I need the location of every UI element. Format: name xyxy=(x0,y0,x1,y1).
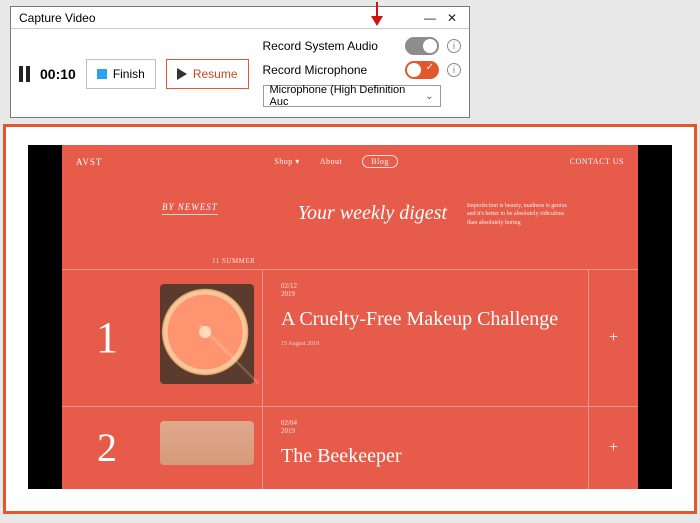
article-image[interactable] xyxy=(152,269,262,406)
site-logo[interactable]: AVST xyxy=(76,157,102,167)
article-number: 2 xyxy=(62,406,152,490)
capture-timer: 00:10 xyxy=(40,66,76,82)
article-expand[interactable]: + xyxy=(588,406,638,490)
info-icon[interactable]: i xyxy=(447,39,461,53)
by-newest-label[interactable]: BY NEWEST xyxy=(162,202,218,215)
chevron-down-icon: ⌄ xyxy=(425,91,433,102)
play-icon xyxy=(177,68,187,80)
microphone-device-select[interactable]: Microphone (High Definition Auc ⌄ xyxy=(263,85,441,107)
article-number: 1 xyxy=(62,269,152,406)
capture-video-panel: Capture Video — ✕ 00:10 Finish Resume Re… xyxy=(10,6,470,118)
hero-blurb: Imperfection is beauty, madness is geniu… xyxy=(467,202,567,227)
option-microphone: Record Microphone i xyxy=(263,61,461,79)
microphone-label: Record Microphone xyxy=(263,63,397,77)
article-subdate: 15 August 2019 xyxy=(281,341,576,347)
stop-icon xyxy=(97,69,107,79)
capture-titlebar: Capture Video — ✕ xyxy=(11,7,469,29)
nav-about[interactable]: About xyxy=(320,157,343,166)
recording-viewport: AVST Shop ▾ About Blog CONTACT US BY NEW… xyxy=(28,145,672,489)
resume-button[interactable]: Resume xyxy=(166,59,249,89)
article-image[interactable] xyxy=(152,406,262,490)
summer-tag: 11 SUMMER xyxy=(212,257,255,265)
system-audio-label: Record System Audio xyxy=(263,39,397,53)
article-year: 2019 xyxy=(281,427,576,435)
option-system-audio: Record System Audio i xyxy=(263,37,461,55)
article-body[interactable]: 02/12 2019 A Cruelty-Free Makeup Challen… xyxy=(262,269,588,406)
site-nav: AVST Shop ▾ About Blog CONTACT US xyxy=(62,145,638,168)
nav-shop[interactable]: Shop ▾ xyxy=(274,157,299,166)
nav-blog[interactable]: Blog xyxy=(362,155,398,168)
face-image xyxy=(160,421,254,465)
grapefruit-image xyxy=(160,284,254,384)
article-date: 02/12 xyxy=(281,282,576,290)
article-body[interactable]: 02/04 2019 The Beekeeper xyxy=(262,406,588,490)
microphone-toggle[interactable] xyxy=(405,61,439,79)
article-title: The Beekeeper xyxy=(281,445,576,468)
article-expand[interactable]: + xyxy=(588,269,638,406)
site-hero: BY NEWEST Your weekly digest Imperfectio… xyxy=(62,168,638,237)
capture-title: Capture Video xyxy=(19,11,419,25)
close-button[interactable]: ✕ xyxy=(441,8,463,28)
recorded-website: AVST Shop ▾ About Blog CONTACT US BY NEW… xyxy=(62,145,638,489)
finish-label: Finish xyxy=(113,67,145,81)
recording-frame: AVST Shop ▾ About Blog CONTACT US BY NEW… xyxy=(3,124,697,514)
article-title: A Cruelty-Free Makeup Challenge xyxy=(281,308,576,331)
finish-button[interactable]: Finish xyxy=(86,59,156,89)
weekly-digest-title: Your weekly digest xyxy=(298,202,447,225)
article-year: 2019 xyxy=(281,290,576,298)
nav-contact[interactable]: CONTACT US xyxy=(570,157,624,166)
article-date: 02/04 xyxy=(281,419,576,427)
microphone-device-value: Microphone (High Definition Auc xyxy=(270,84,426,108)
pause-icon xyxy=(19,66,30,82)
annotation-arrow-icon xyxy=(370,0,384,28)
minimize-button[interactable]: — xyxy=(419,8,441,28)
system-audio-toggle[interactable] xyxy=(405,37,439,55)
resume-label: Resume xyxy=(193,67,238,81)
info-icon[interactable]: i xyxy=(447,63,461,77)
